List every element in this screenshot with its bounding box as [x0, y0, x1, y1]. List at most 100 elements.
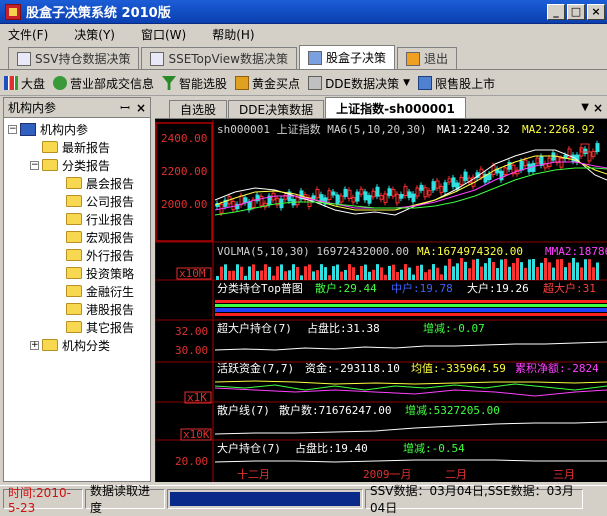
volume-bar: [496, 267, 499, 280]
tree-item-industry[interactable]: 行业报告: [4, 210, 150, 228]
brokerage-button[interactable]: 营业部成交信息: [53, 75, 154, 92]
stock-chart[interactable]: 2400.00 2200.00 2000.00 sh000001 上证指数 MA…: [155, 120, 607, 482]
volume-bar: [304, 266, 307, 280]
volume-bar: [540, 262, 543, 280]
tree-item-derivative[interactable]: 金融衍生: [4, 282, 150, 300]
tab-ssv[interactable]: SSV持仓数据决策: [8, 47, 140, 69]
tab-watchlist[interactable]: 自选股: [169, 100, 228, 118]
tab-shanghai-index[interactable]: 上证指数-sh000001: [325, 97, 466, 118]
collapse-icon[interactable]: −: [30, 160, 39, 170]
tab-menu-icon[interactable]: ▼: [581, 102, 589, 113]
p2-value: 资金:-293118.10: [305, 361, 400, 375]
tree-item-macro[interactable]: 宏观报告: [4, 228, 150, 246]
volume-bar: [308, 264, 311, 280]
tree-item-other[interactable]: 其它报告: [4, 318, 150, 336]
tree-item-strategy[interactable]: 投资策略: [4, 264, 150, 282]
volume-bar: [232, 270, 235, 280]
pin-icon[interactable]: ꟷ: [120, 99, 130, 116]
candle: [339, 195, 344, 203]
tier-title: 分类持仓Top普图: [217, 281, 303, 295]
market-button[interactable]: 大盘: [4, 75, 45, 92]
volume-bar: [444, 265, 447, 280]
menu-decision[interactable]: 决策(Y): [74, 26, 115, 43]
volume-bar: [296, 266, 299, 280]
smart-pick-button[interactable]: 智能选股: [162, 75, 227, 92]
tree-item-latest[interactable]: 最新报告: [4, 138, 150, 156]
tab-guhezi[interactable]: 股盒子决策: [299, 45, 396, 69]
chevron-down-icon[interactable]: ▼: [403, 78, 410, 88]
close-icon[interactable]: ×: [136, 101, 146, 115]
tree-item-hk[interactable]: 港股报告: [4, 300, 150, 318]
volume-bar: [272, 275, 275, 280]
candle: [427, 190, 432, 196]
volume-bar: [524, 267, 527, 280]
volume-bar: [428, 269, 431, 280]
minimize-button[interactable]: _: [547, 3, 565, 20]
restricted-shares-button[interactable]: 限售股上市: [418, 75, 495, 92]
candle: [443, 182, 448, 192]
tree-item-institution[interactable]: + 机构分类: [4, 336, 150, 354]
folder-icon: [66, 267, 82, 279]
status-bar: 时间:2010-5-23 数据读取进度 SSV数据：03月04日,SSE数据：0…: [0, 484, 607, 515]
volume-bar: [228, 270, 231, 280]
volume-label: VOLMA(5,10,30) 16972432000.00: [217, 245, 409, 258]
tree-item-company[interactable]: 公司报告: [4, 192, 150, 210]
tab-ssetopview[interactable]: SSETopView数据决策: [141, 47, 297, 69]
candle: [347, 189, 352, 200]
candle: [435, 180, 440, 189]
tree-item-category[interactable]: − 分类报告: [4, 156, 150, 174]
p1-value: 占盘比:31.38: [307, 321, 380, 335]
dde-button[interactable]: DDE数据决策 ▼: [308, 75, 410, 92]
candle: [295, 196, 300, 206]
maximize-button[interactable]: □: [567, 3, 585, 20]
status-progress-label: 数据读取进度: [85, 484, 165, 515]
candle: [559, 157, 564, 168]
volume-bar: [544, 258, 547, 280]
document-icon: [17, 51, 31, 66]
volume-bar: [412, 274, 415, 280]
p1-title: 超大户持仓(7): [217, 321, 292, 335]
candle: [587, 151, 592, 162]
sidebar-header: 机构内参 ꟷ ×: [4, 98, 150, 118]
menu-file[interactable]: 文件(F): [8, 26, 48, 43]
tier-sanhu: 散户:29.44: [315, 281, 377, 295]
candle: [519, 160, 524, 171]
volume-bar: [400, 269, 403, 280]
candle: [439, 185, 444, 194]
volume-bar: [504, 258, 507, 280]
p1-change: 增减:-0.07: [423, 321, 485, 335]
candle: [259, 195, 264, 206]
expand-icon[interactable]: +: [30, 340, 39, 350]
volume-bar: [360, 266, 363, 280]
menu-window[interactable]: 窗口(W): [141, 26, 186, 43]
volume-unit: x10M: [179, 267, 206, 280]
volume-bar: [420, 264, 423, 280]
volume-bar: [380, 267, 383, 280]
folder-icon: [66, 285, 82, 297]
ma1-label: MA1:2240.32: [437, 123, 510, 136]
volume-bar: [236, 264, 239, 280]
folder-icon: [66, 249, 82, 261]
close-tab-icon[interactable]: ×: [593, 101, 603, 115]
tree-root[interactable]: − 机构内参: [4, 120, 150, 138]
candle: [547, 157, 552, 167]
gold-buy-button[interactable]: 黄金买点: [235, 75, 300, 92]
tab-dde[interactable]: DDE决策数据: [228, 100, 325, 118]
tree-item-morning[interactable]: 晨会报告: [4, 174, 150, 192]
p3-change: 增减:5327205.00: [405, 403, 500, 417]
candle: [387, 188, 392, 196]
p4-tick-20: 20.00: [175, 455, 208, 468]
volume-bar: [396, 271, 399, 280]
volume-bar: [224, 264, 227, 280]
collapse-icon[interactable]: −: [8, 124, 17, 134]
sidebar-title: 机构内参: [8, 101, 57, 115]
volume-bar: [240, 266, 243, 280]
tree-item-foreign[interactable]: 外行报告: [4, 246, 150, 264]
tab-exit[interactable]: 退出: [397, 47, 458, 69]
candle: [411, 193, 416, 203]
volume-bar: [560, 259, 563, 280]
ma2-label: MA2:2268.92: [522, 123, 595, 136]
volume-bar: [248, 266, 251, 280]
close-button[interactable]: ×: [587, 3, 605, 20]
menu-help[interactable]: 帮助(H): [212, 26, 254, 43]
